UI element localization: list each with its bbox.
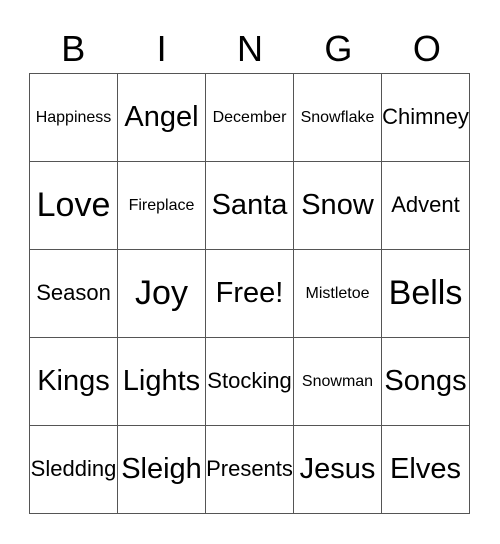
header-letter-b: B: [61, 28, 86, 69]
bingo-cell[interactable]: Mistletoe: [293, 249, 382, 338]
bingo-cell[interactable]: Sledding: [29, 425, 118, 514]
grid-row: Season Joy Free! Mistletoe Bells: [29, 249, 470, 338]
bingo-cell[interactable]: Lights: [117, 337, 206, 426]
bingo-cell[interactable]: Love: [29, 161, 118, 250]
bingo-cell[interactable]: Fireplace: [117, 161, 206, 250]
grid-row: Kings Lights Stocking Snowman Songs: [29, 337, 470, 426]
bingo-grid: Happiness Angel December Snowflake Chimney Lo…: [29, 73, 470, 514]
bingo-cell[interactable]: December: [205, 73, 294, 162]
header-letter-i: I: [156, 28, 167, 69]
bingo-cell[interactable]: Joy: [117, 249, 206, 338]
grid-row: Sledding Sleigh Presents Jesus Elves: [29, 425, 470, 514]
bingo-cell[interactable]: Santa: [205, 161, 294, 250]
bingo-cell[interactable]: Jesus: [293, 425, 382, 514]
bingo-cell[interactable]: Presents: [205, 425, 294, 514]
bingo-cell[interactable]: Kings: [29, 337, 118, 426]
bingo-cell[interactable]: Bells: [381, 249, 470, 338]
bingo-cell[interactable]: Angel: [117, 73, 206, 162]
grid-row: Love Fireplace Santa Snow Advent: [29, 161, 470, 250]
bingo-cell[interactable]: Snowman: [293, 337, 382, 426]
header-letter-o: O: [412, 28, 441, 69]
bingo-cell[interactable]: Chimney: [381, 73, 470, 162]
bingo-cell[interactable]: Season: [29, 249, 118, 338]
bingo-cell[interactable]: Elves: [381, 425, 470, 514]
bingo-cell[interactable]: Snowflake: [293, 73, 382, 162]
bingo-cell[interactable]: Sleigh: [117, 425, 206, 514]
bingo-cell[interactable]: Stocking: [205, 337, 294, 426]
bingo-header: B I N G O: [29, 24, 471, 74]
bingo-cell[interactable]: Advent: [381, 161, 470, 250]
bingo-cell[interactable]: Happiness: [29, 73, 118, 162]
bingo-cell[interactable]: Free!: [205, 249, 294, 338]
header-letter-n: N: [237, 28, 264, 69]
header-letter-g: G: [324, 28, 353, 69]
bingo-cell[interactable]: Snow: [293, 161, 382, 250]
grid-row: Happiness Angel December Snowflake Chimney: [29, 73, 470, 162]
bingo-cell[interactable]: Songs: [381, 337, 470, 426]
